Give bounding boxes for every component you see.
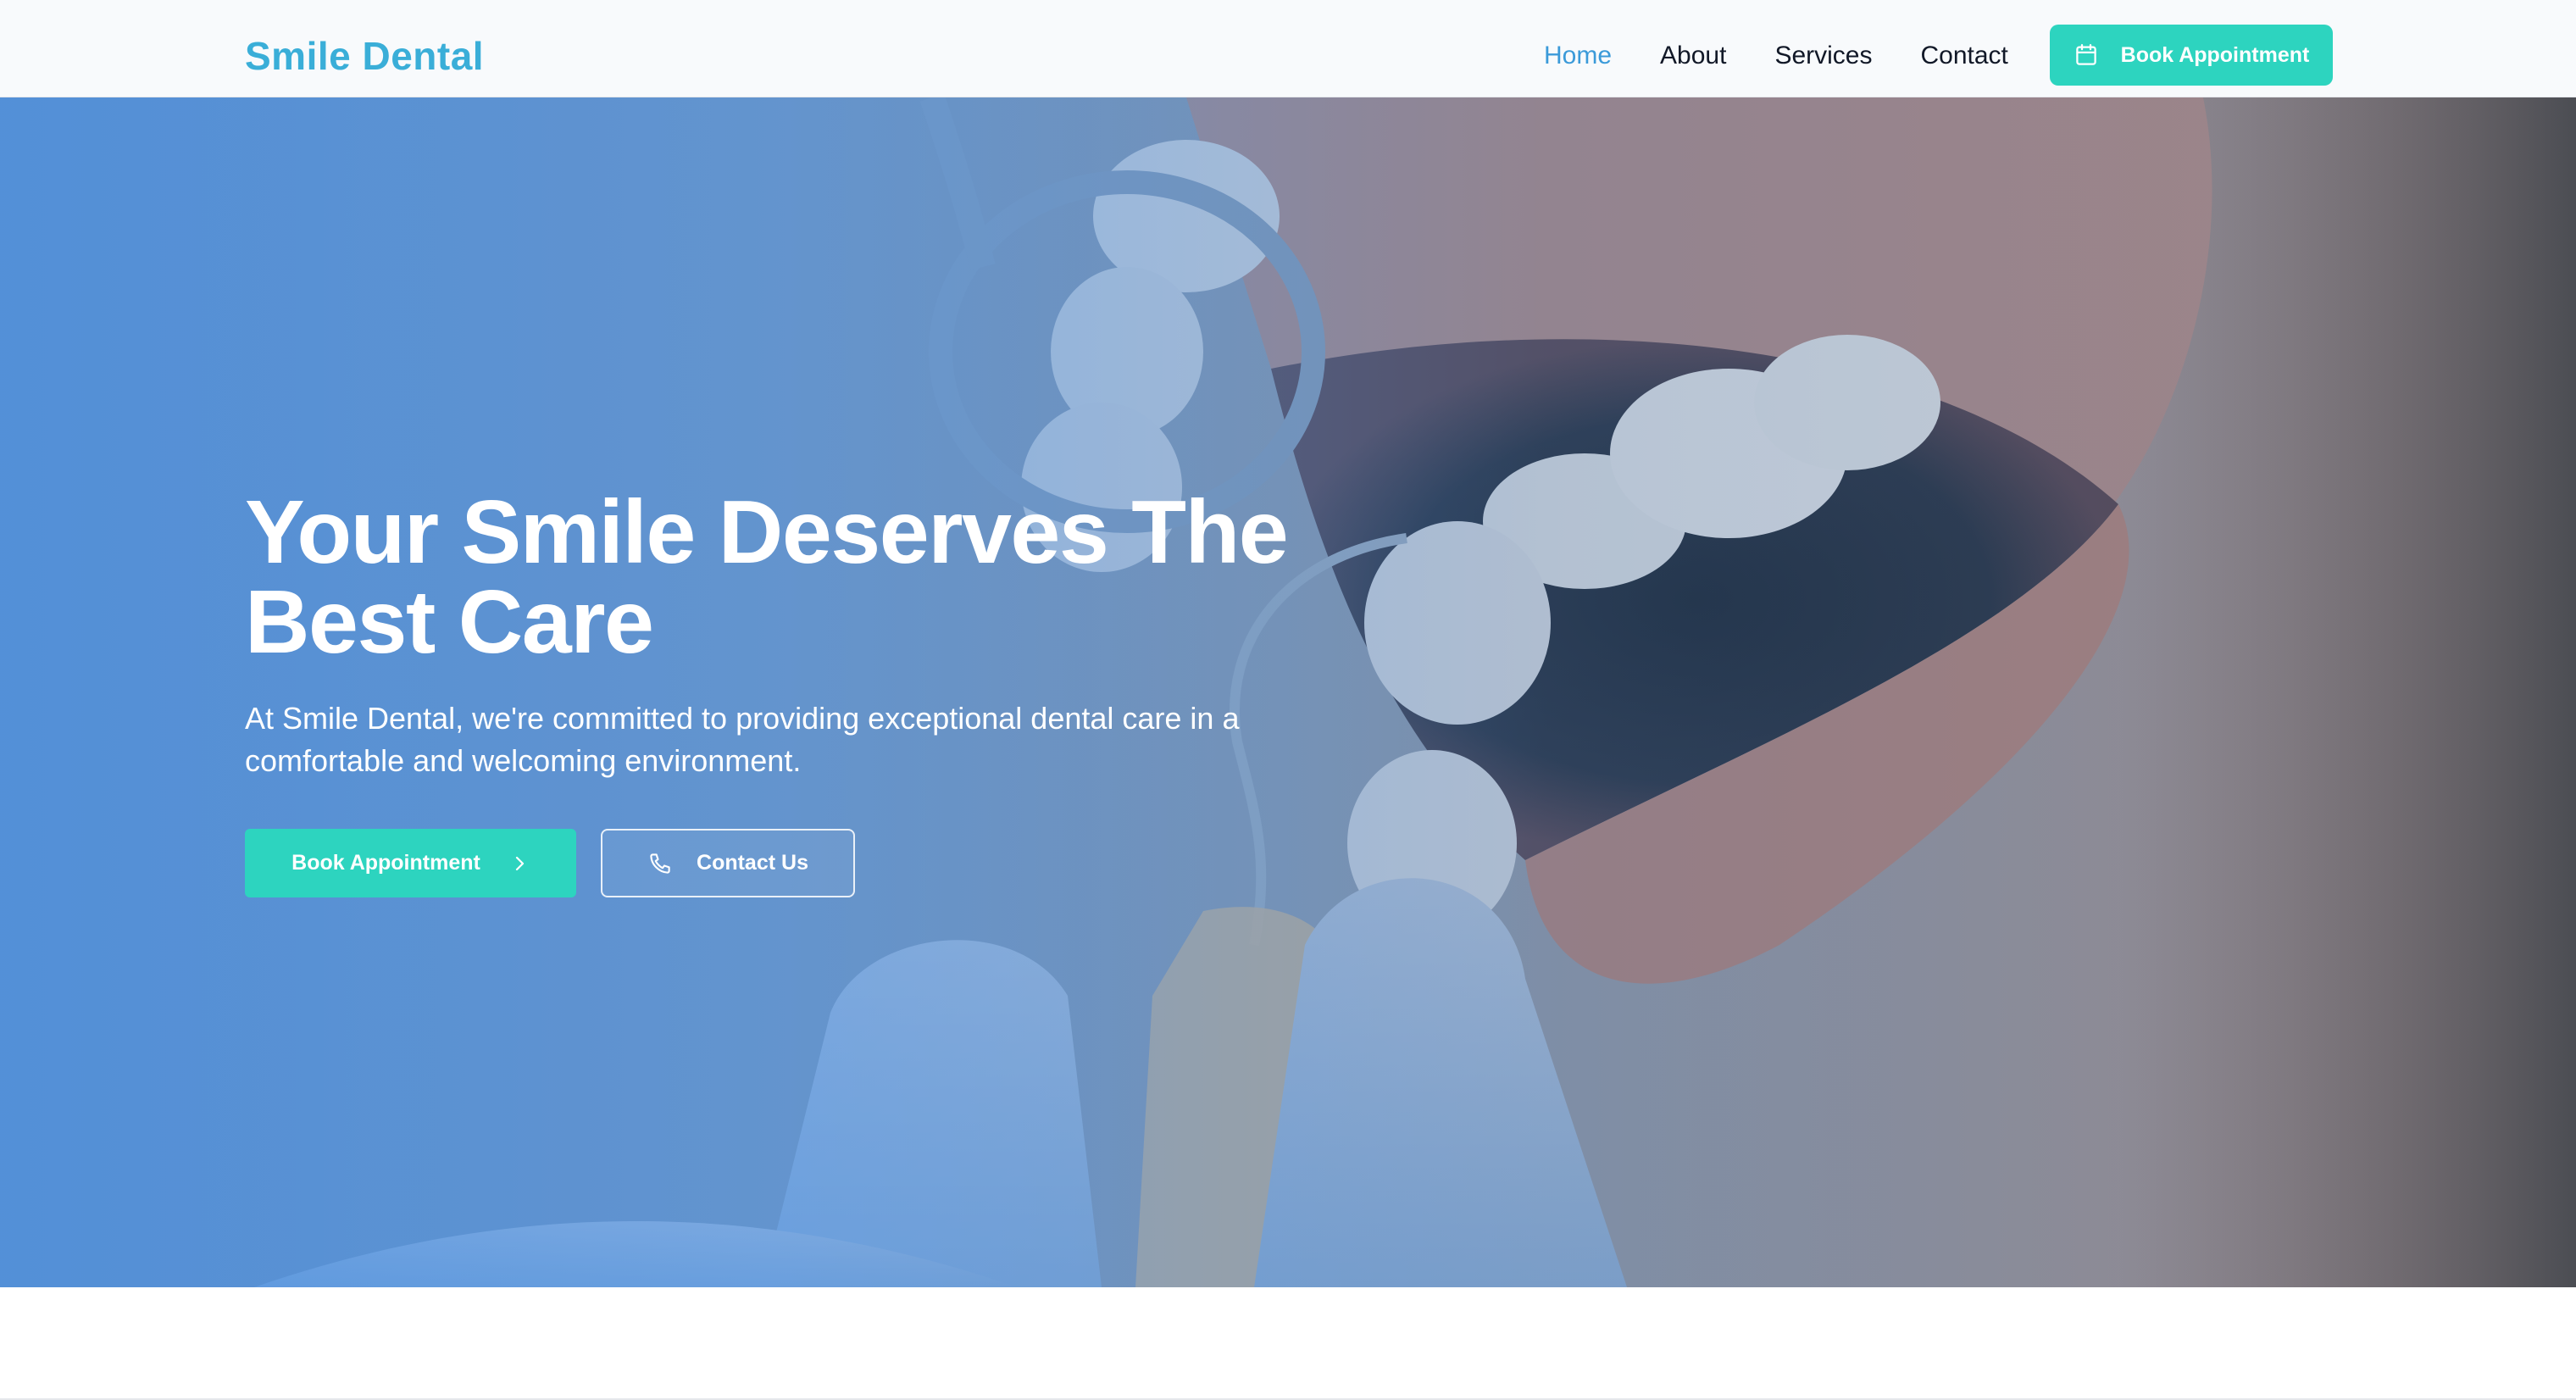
navbar: Smile Dental Home About Services Contact…	[0, 0, 2576, 97]
calendar-icon	[2074, 42, 2099, 68]
nav-item-contact[interactable]: Contact	[1920, 37, 2007, 75]
hero-content: Your Smile Deserves The Best Care At Smi…	[245, 487, 1346, 782]
next-section	[0, 1287, 2576, 1400]
book-appointment-button[interactable]: Book Appointment	[245, 829, 576, 897]
nav-item-services[interactable]: Services	[1774, 37, 1872, 75]
nav-item-about[interactable]: About	[1660, 37, 1726, 75]
contact-us-button[interactable]: Contact Us	[601, 829, 855, 897]
chevron-right-icon	[509, 853, 530, 874]
hero-section: Your Smile Deserves The Best Care At Smi…	[0, 97, 2576, 1287]
nav-item-home[interactable]: Home	[1544, 37, 1612, 75]
hero-buttons: Book Appointment Contact Us	[245, 829, 855, 897]
book-appointment-nav-button[interactable]: Book Appointment	[2050, 25, 2333, 86]
hero-title: Your Smile Deserves The Best Care	[245, 487, 1346, 667]
book-appointment-label: Book Appointment	[291, 851, 480, 875]
hero-title-line-2: Best Care	[245, 572, 654, 672]
nav-menu: Home About Services Contact	[1544, 37, 2008, 75]
phone-icon	[647, 851, 673, 876]
brand-logo[interactable]: Smile Dental	[245, 32, 484, 80]
hero-subtitle: At Smile Dental, we're committed to prov…	[245, 701, 1240, 778]
book-appointment-nav-label: Book Appointment	[2120, 42, 2310, 67]
contact-us-label: Contact Us	[697, 851, 808, 875]
hero-title-line-1: Your Smile Deserves The	[245, 482, 1289, 582]
